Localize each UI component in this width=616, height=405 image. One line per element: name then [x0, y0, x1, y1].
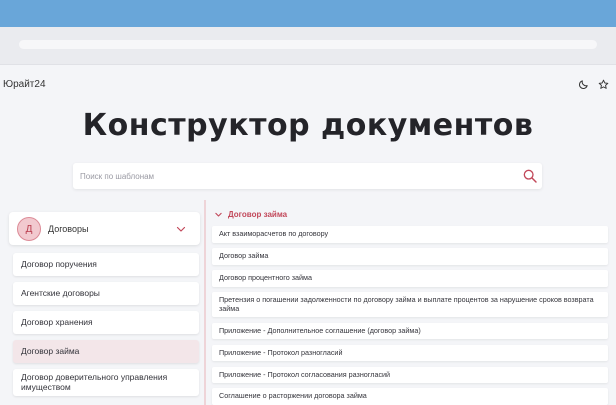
moon-icon[interactable] [576, 77, 590, 91]
chevron-down-icon[interactable] [175, 222, 187, 234]
search-box [73, 163, 542, 189]
page-title: Конструктор документов [82, 108, 534, 143]
search-icon[interactable] [522, 168, 538, 184]
search-input[interactable] [73, 163, 513, 189]
category-list: Договор поручения Агентские договоры Дог… [13, 253, 199, 402]
category-item-doveritelnoe-upravlenie[interactable]: Договор доверительного управления имущес… [13, 369, 199, 396]
document-item[interactable]: Приложение - Протокол согласования разно… [212, 366, 608, 384]
document-item[interactable]: Претензия о погашении задолженности по д… [212, 291, 608, 318]
category-avatar: Д [17, 217, 41, 241]
browser-chrome [0, 27, 616, 65]
document-item[interactable]: Приложение - Дополнительное соглашение (… [212, 322, 608, 340]
address-bar[interactable] [19, 40, 597, 49]
document-item[interactable]: Договор займа [212, 247, 608, 265]
category-dropdown[interactable]: Д Договоры [9, 212, 200, 245]
document-list: Акт взаиморасчетов по договору Договор з… [212, 226, 608, 405]
category-item-hranenie[interactable]: Договор хранения [13, 311, 199, 334]
document-item[interactable]: Приложение - Протокол разногласий [212, 344, 608, 362]
top-band [0, 0, 616, 27]
app-logo[interactable]: Юрайт24 [3, 79, 46, 90]
star-icon[interactable] [596, 77, 610, 91]
app-header: Юрайт24 [0, 65, 616, 105]
category-item-agentskie[interactable]: Агентские договоры [13, 282, 199, 305]
category-item-poruchenie[interactable]: Договор поручения [13, 253, 199, 276]
category-label: Договоры [48, 224, 89, 234]
section-header[interactable]: Договор займа [214, 208, 287, 220]
document-item[interactable]: Соглашение о расторжении договора займа [212, 388, 608, 405]
panel-divider [204, 200, 206, 405]
section-title: Договор займа [228, 209, 288, 219]
chevron-down-icon [215, 212, 222, 217]
document-item[interactable]: Договор процентного займа [212, 269, 608, 287]
category-item-zaim[interactable]: Договор займа [13, 340, 199, 363]
document-item[interactable]: Акт взаиморасчетов по договору [212, 226, 608, 243]
